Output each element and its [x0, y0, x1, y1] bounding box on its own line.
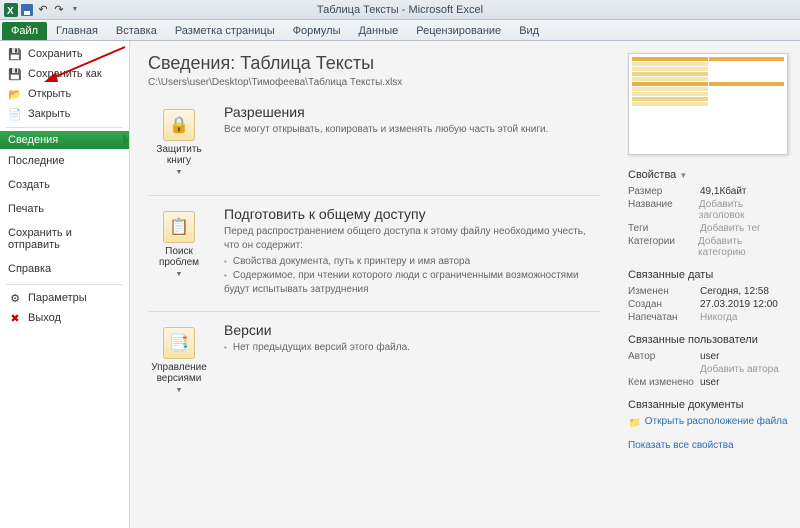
prop-created-value: 27.03.2019 12:00 [700, 299, 778, 310]
file-path: C:\Users\user\Desktop\Тимофеева\Таблица … [148, 77, 600, 88]
prepare-intro: Перед распространением общего доступа к … [224, 226, 586, 251]
chevron-down-icon: ▼ [679, 171, 687, 180]
redo-icon[interactable]: ↷ [52, 3, 66, 17]
prop-tags-label: Теги [628, 223, 700, 234]
main-panel: Сведения: Таблица Тексты C:\Users\user\D… [130, 41, 618, 528]
prop-printed-label: Напечатан [628, 312, 700, 323]
prop-author-value: user [700, 351, 719, 362]
open-icon: 📂 [8, 87, 22, 101]
svg-text:X: X [7, 6, 14, 17]
prop-author-label: Автор [628, 351, 700, 362]
tab-layout[interactable]: Разметка страницы [166, 22, 284, 40]
properties-panel: Свойства ▼ Размер49,1Кбайт НазваниеДобав… [618, 41, 800, 528]
window-title: Таблица Тексты - Microsoft Excel [317, 4, 483, 16]
quick-access-toolbar: X ↶ ↷ ▼ [0, 3, 82, 17]
prop-size-label: Размер [628, 186, 700, 197]
ribbon-tabs: Файл Главная Вставка Разметка страницы Ф… [0, 20, 800, 41]
versions-text: Нет предыдущих версий этого файла. [224, 341, 600, 355]
tab-data[interactable]: Данные [349, 22, 407, 40]
properties-header[interactable]: Свойства ▼ [628, 169, 790, 181]
tab-view[interactable]: Вид [510, 22, 548, 40]
prop-printed-value: Никогда [700, 312, 737, 323]
prepare-bullet-1: Свойства документа, путь к принтеру и им… [224, 255, 600, 269]
sidebar-print[interactable]: Печать [0, 197, 129, 221]
prop-tags-value[interactable]: Добавить тег [700, 223, 761, 234]
sidebar-open[interactable]: 📂Открыть [0, 84, 129, 104]
page-title: Сведения: Таблица Тексты [148, 53, 600, 74]
tab-insert[interactable]: Вставка [107, 22, 166, 40]
saveas-icon: 💾 [8, 67, 22, 81]
title-bar: X ↶ ↷ ▼ Таблица Тексты - Microsoft Excel [0, 0, 800, 20]
versions-icon: 📑 [163, 327, 195, 359]
save-icon: 💾 [8, 47, 22, 61]
tab-file[interactable]: Файл [2, 22, 47, 40]
sidebar-info[interactable]: Сведения [0, 131, 129, 149]
prop-categories-label: Категории [628, 236, 698, 258]
permissions-text: Все могут открывать, копировать и изменя… [224, 123, 600, 137]
open-file-location-link[interactable]: 📁 Открыть расположение файла [628, 415, 790, 431]
folder-icon: 📁 [628, 416, 642, 430]
prop-modified-label: Изменен [628, 286, 700, 297]
tab-formulas[interactable]: Формулы [284, 22, 350, 40]
sidebar-new[interactable]: Создать [0, 173, 129, 197]
check-issues-button[interactable]: 📋 Поиск проблем ▼ [148, 206, 210, 297]
chevron-down-icon: ▼ [176, 387, 183, 394]
versions-section: 📑 Управление версиями ▼ Версии Нет преды… [148, 322, 600, 399]
prop-categories-value[interactable]: Добавить категорию [698, 236, 790, 258]
sidebar-share[interactable]: Сохранить и отправить [0, 221, 129, 257]
backstage-view: 💾Сохранить 💾Сохранить как 📂Открыть 📄Закр… [0, 41, 800, 528]
sidebar-close[interactable]: 📄Закрыть [0, 104, 129, 124]
manage-versions-button[interactable]: 📑 Управление версиями ▼ [148, 322, 210, 399]
prop-modified-value: Сегодня, 12:58 [700, 286, 769, 297]
related-users-header: Связанные пользователи [628, 334, 790, 346]
protect-workbook-button[interactable]: 🔒 Защитить книгу ▼ [148, 104, 210, 181]
permissions-section: 🔒 Защитить книгу ▼ Разрешения Все могут … [148, 104, 600, 181]
save-icon[interactable] [20, 3, 34, 17]
prop-created-label: Создан [628, 299, 700, 310]
versions-title: Версии [224, 322, 600, 338]
prepare-bullet-2: Содержимое, при чтении которого люди с о… [224, 269, 600, 297]
sidebar-options[interactable]: ⚙Параметры [0, 288, 129, 308]
prop-size-value: 49,1Кбайт [700, 186, 747, 197]
permissions-title: Разрешения [224, 104, 600, 120]
options-icon: ⚙ [8, 291, 22, 305]
close-icon: 📄 [8, 107, 22, 121]
add-author-link[interactable]: Добавить автора [700, 364, 779, 375]
prop-title-value[interactable]: Добавить заголовок [699, 199, 790, 221]
inspect-icon: 📋 [163, 211, 195, 243]
document-thumbnail[interactable] [628, 53, 788, 155]
content-area: Сведения: Таблица Тексты C:\Users\user\D… [130, 41, 800, 528]
prop-title-label: Название [628, 199, 699, 221]
undo-icon[interactable]: ↶ [36, 3, 50, 17]
sidebar-saveas[interactable]: 💾Сохранить как [0, 64, 129, 84]
sidebar-save[interactable]: 💾Сохранить [0, 44, 129, 64]
lock-icon: 🔒 [163, 109, 195, 141]
qat-dropdown-icon[interactable]: ▼ [68, 3, 82, 17]
sidebar: 💾Сохранить 💾Сохранить как 📂Открыть 📄Закр… [0, 41, 130, 528]
prepare-title: Подготовить к общему доступу [224, 206, 600, 222]
prop-changedby-value: user [700, 377, 719, 388]
sidebar-recent[interactable]: Последние [0, 149, 129, 173]
prop-changedby-label: Кем изменено [628, 377, 700, 388]
related-documents-header: Связанные документы [628, 399, 790, 411]
related-dates-header: Связанные даты [628, 269, 790, 281]
prepare-section: 📋 Поиск проблем ▼ Подготовить к общему д… [148, 206, 600, 297]
tab-home[interactable]: Главная [47, 22, 107, 40]
chevron-down-icon: ▼ [176, 169, 183, 176]
sidebar-help[interactable]: Справка [0, 257, 129, 281]
exit-icon: ✖ [8, 311, 22, 325]
tab-review[interactable]: Рецензирование [407, 22, 510, 40]
sidebar-exit[interactable]: ✖Выход [0, 308, 129, 328]
excel-icon: X [4, 3, 18, 17]
chevron-down-icon: ▼ [176, 271, 183, 278]
show-all-properties-link[interactable]: Показать все свойства [628, 440, 734, 451]
